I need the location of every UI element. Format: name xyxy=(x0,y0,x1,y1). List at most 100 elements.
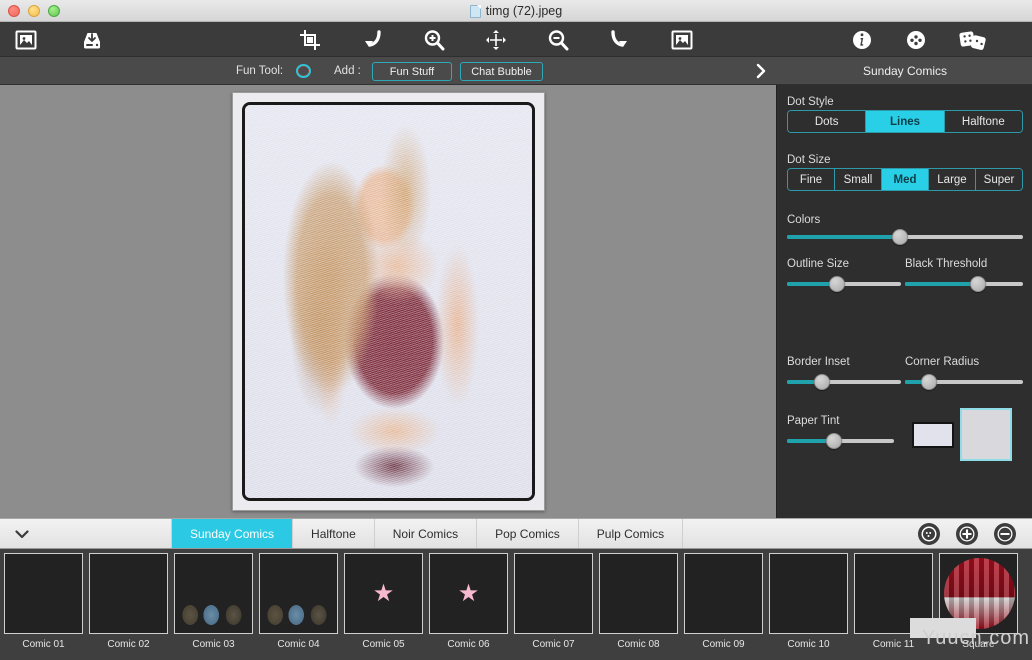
black-threshold-label: Black Threshold xyxy=(905,258,988,270)
thumbnail-item[interactable]: Comic 10 xyxy=(767,553,850,650)
zoom-out-icon[interactable] xyxy=(542,22,574,57)
fun-tool-swatch[interactable] xyxy=(296,64,311,78)
tab-sunday-comics[interactable]: Sunday Comics xyxy=(172,519,294,548)
processed-image xyxy=(241,102,535,501)
thumbnail-item[interactable]: Comic 06 xyxy=(427,553,510,650)
fun-stuff-button[interactable]: Fun Stuff xyxy=(372,62,452,81)
thumbnail-item[interactable]: Comic 02 xyxy=(87,553,170,650)
image-canvas[interactable] xyxy=(0,85,776,518)
dot-size-label: Dot Size xyxy=(787,154,831,166)
dot-size-option-large[interactable]: Large xyxy=(929,169,976,190)
chat-bubble-button[interactable]: Chat Bubble xyxy=(460,62,543,81)
thumbnail-label: Comic 01 xyxy=(22,639,65,650)
thumbnail-item[interactable]: Comic 04 xyxy=(257,553,340,650)
zoom-in-icon[interactable] xyxy=(418,22,450,57)
thumbnail-item[interactable]: Comic 07 xyxy=(512,553,595,650)
thumbnail-image xyxy=(4,553,83,634)
open-image-icon[interactable] xyxy=(10,22,42,57)
thumbnail-label: Comic 08 xyxy=(617,639,660,650)
dot-style-label: Dot Style xyxy=(787,96,834,108)
dot-style-segmented-control[interactable]: Dots Lines Halftone xyxy=(787,110,1023,133)
close-button[interactable] xyxy=(8,4,20,17)
crop-icon[interactable] xyxy=(294,22,326,57)
dot-size-option-super[interactable]: Super xyxy=(976,169,1022,190)
tab-bar-spacer xyxy=(44,519,172,548)
tab-bar-filler xyxy=(683,519,918,548)
window-controls xyxy=(0,4,60,17)
dot-style-option-dots[interactable]: Dots xyxy=(788,111,867,132)
thumbnail-image xyxy=(174,553,253,634)
thumbnail-item[interactable]: Comic 09 xyxy=(682,553,765,650)
slider-knob[interactable] xyxy=(892,229,909,245)
dot-style-option-lines[interactable]: Lines xyxy=(866,111,945,132)
thumbnail-image xyxy=(344,553,423,634)
portrait-artwork xyxy=(244,105,532,498)
main-toolbar xyxy=(0,22,1032,57)
thumbnail-item[interactable]: Comic 03 xyxy=(172,553,255,650)
thumbnail-label: Comic 11 xyxy=(872,639,915,650)
save-image-icon[interactable] xyxy=(76,22,108,57)
paper-tint-slider[interactable] xyxy=(787,432,894,450)
preset-thumbnail-strip[interactable]: Comic 01 Comic 02 Comic 03 Comic 04 Comic 05… xyxy=(0,549,1032,660)
redo-icon[interactable] xyxy=(604,22,636,57)
tab-halftone[interactable]: Halftone xyxy=(293,519,375,548)
application-window: timg (72).jpeg Fun Tool: Add: Fun Stuff… xyxy=(0,0,1032,660)
undo-icon[interactable] xyxy=(356,22,388,57)
dot-size-segmented-control[interactable]: Fine Small Med Large Super xyxy=(787,168,1023,191)
fun-tool-label: Fun Tool: xyxy=(236,65,284,77)
window-title-group: timg (72).jpeg xyxy=(0,0,1032,22)
chevron-right-icon[interactable] xyxy=(755,57,767,85)
border-inset-slider[interactable] xyxy=(787,373,901,391)
dot-style-option-halftone[interactable]: Halftone xyxy=(944,111,1022,132)
window-title: timg (72).jpeg xyxy=(485,4,563,18)
paper-tint-label: Paper Tint xyxy=(787,415,840,427)
thumbnail-label: Comic 03 xyxy=(192,639,235,650)
tab-noir-comics[interactable]: Noir Comics xyxy=(375,519,478,548)
original-image-icon[interactable] xyxy=(666,22,698,57)
slider-knob[interactable] xyxy=(920,374,937,390)
minimize-button[interactable] xyxy=(28,4,40,17)
remove-preset-button[interactable] xyxy=(994,522,1016,545)
thumbnail-item[interactable]: Comic 01 xyxy=(2,553,85,650)
add-label: Add : xyxy=(334,65,361,77)
thumbnail-image xyxy=(684,553,763,634)
slider-knob[interactable] xyxy=(970,276,987,292)
thumbnail-item[interactable]: Comic 08 xyxy=(597,553,680,650)
thumbnail-label: Comic 05 xyxy=(362,639,405,650)
tab-pulp-comics[interactable]: Pulp Comics xyxy=(579,519,684,548)
outline-size-slider[interactable] xyxy=(787,275,901,293)
document-icon xyxy=(469,4,481,18)
thumbnail-item[interactable]: Comic 05 xyxy=(342,553,425,650)
thumbnail-image xyxy=(259,553,338,634)
settings-icon[interactable] xyxy=(900,22,932,57)
maximize-button[interactable] xyxy=(48,4,60,17)
paper-tint-preview-swatch[interactable] xyxy=(960,408,1012,461)
colors-label: Colors xyxy=(787,214,821,226)
thumbnail-image xyxy=(89,553,168,634)
fit-move-icon[interactable] xyxy=(480,22,512,57)
slider-knob[interactable] xyxy=(829,276,846,292)
random-dice-icon[interactable] xyxy=(956,22,990,57)
thumbnail-label: Comic 10 xyxy=(787,639,830,650)
thumbnail-image xyxy=(429,553,508,634)
thumbnail-image xyxy=(514,553,593,634)
dot-size-option-small[interactable]: Small xyxy=(835,169,882,190)
thumbnail-label: Square xyxy=(962,639,995,650)
thumbnail-label: Comic 07 xyxy=(532,639,575,650)
paper-tint-color-swatch[interactable] xyxy=(912,422,954,448)
info-icon[interactable] xyxy=(846,22,878,57)
dot-size-option-med[interactable]: Med xyxy=(882,169,929,190)
colors-slider[interactable] xyxy=(787,228,1023,246)
dot-size-option-fine[interactable]: Fine xyxy=(788,169,835,190)
corner-radius-slider[interactable] xyxy=(905,373,1023,391)
slider-knob[interactable] xyxy=(814,374,831,390)
black-threshold-slider[interactable] xyxy=(905,275,1023,293)
thumbnail-image xyxy=(599,553,678,634)
corner-radius-label: Corner Radius xyxy=(905,356,980,368)
tab-pop-comics[interactable]: Pop Comics xyxy=(477,519,579,548)
photo-frame xyxy=(231,92,545,511)
preset-options-button[interactable] xyxy=(918,522,940,545)
slider-knob[interactable] xyxy=(826,433,843,449)
add-preset-button[interactable] xyxy=(956,522,978,545)
chevron-down-icon[interactable] xyxy=(0,519,44,548)
